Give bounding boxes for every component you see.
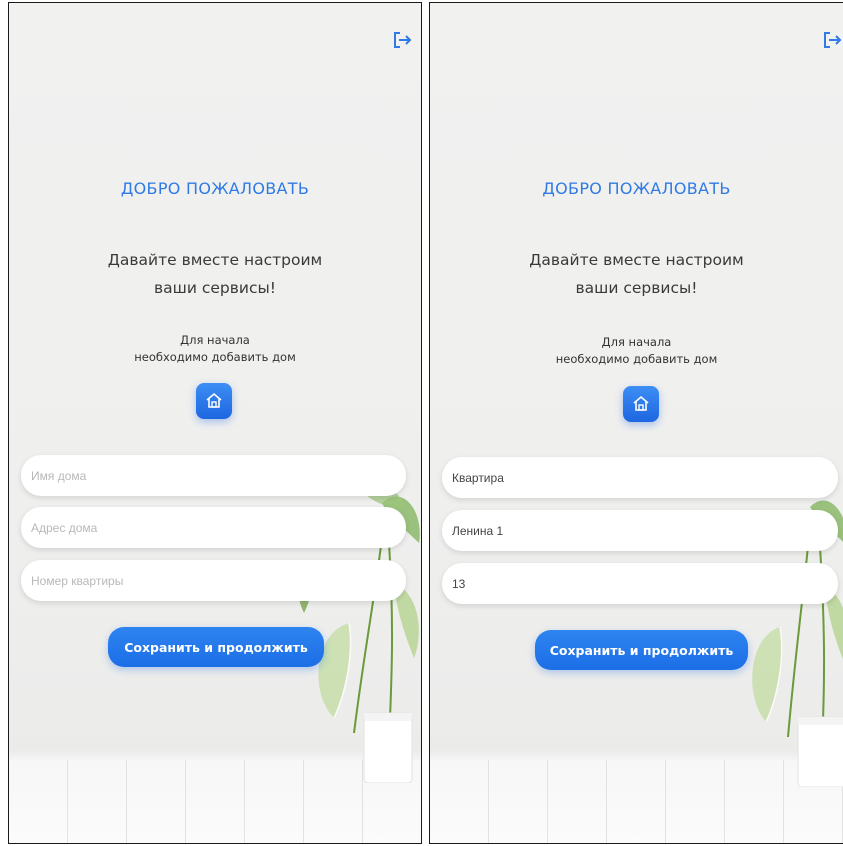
apartment-number-field[interactable] (442, 562, 838, 605)
house-name-field[interactable] (21, 454, 406, 497)
welcome-title: ДОБРО ПОЖАЛОВАТЬ (542, 179, 731, 198)
house-name-input[interactable] (442, 456, 838, 499)
welcome-title: ДОБРО ПОЖАЛОВАТЬ (120, 179, 310, 198)
screen-empty-form: ДОБРО ПОЖАЛОВАТЬ Давайте вместе настроим… (8, 2, 422, 844)
home-icon (206, 392, 222, 408)
add-house-button[interactable] (196, 383, 232, 419)
subtitle-line-1: Давайте вместе настроим (529, 251, 744, 269)
logout-icon[interactable] (391, 30, 413, 50)
subtitle: Давайте вместе настроим ваши сервисы! (500, 246, 773, 302)
hint-line-1: Для начала (180, 333, 250, 347)
save-and-continue-button[interactable]: Сохранить и продолжить (108, 627, 324, 667)
screen-filled-form: ДОБРО ПОЖАЛОВАТЬ Давайте вместе настроим… (429, 2, 843, 844)
hint-line-1: Для начала (601, 335, 672, 349)
subtitle-line-2: ваши сервисы! (154, 279, 276, 297)
house-name-field[interactable] (442, 456, 838, 499)
subtitle-line-1: Давайте вместе настроим (107, 251, 323, 269)
house-address-field[interactable] (442, 509, 838, 552)
apartment-number-field[interactable] (21, 559, 406, 602)
house-name-input[interactable] (21, 454, 406, 497)
apartment-number-input[interactable] (442, 562, 838, 605)
house-address-input[interactable] (21, 506, 406, 549)
add-house-button[interactable] (623, 386, 659, 422)
house-address-input[interactable] (442, 509, 838, 552)
home-icon (633, 395, 649, 411)
apartment-number-input[interactable] (21, 559, 406, 602)
add-house-hint: Для начала необходимо добавить дом (79, 332, 351, 366)
floor-background (430, 750, 843, 843)
logout-icon[interactable] (821, 30, 843, 50)
house-address-field[interactable] (21, 506, 406, 549)
hint-line-2: необходимо добавить дом (134, 350, 296, 364)
subtitle-line-2: ваши сервисы! (575, 279, 698, 297)
add-house-hint: Для начала необходимо добавить дом (500, 334, 773, 368)
save-and-continue-button[interactable]: Сохранить и продолжить (535, 630, 748, 670)
floor-background (9, 750, 421, 843)
hint-line-2: необходимо добавить дом (555, 352, 718, 366)
subtitle: Давайте вместе настроим ваши сервисы! (79, 246, 351, 302)
